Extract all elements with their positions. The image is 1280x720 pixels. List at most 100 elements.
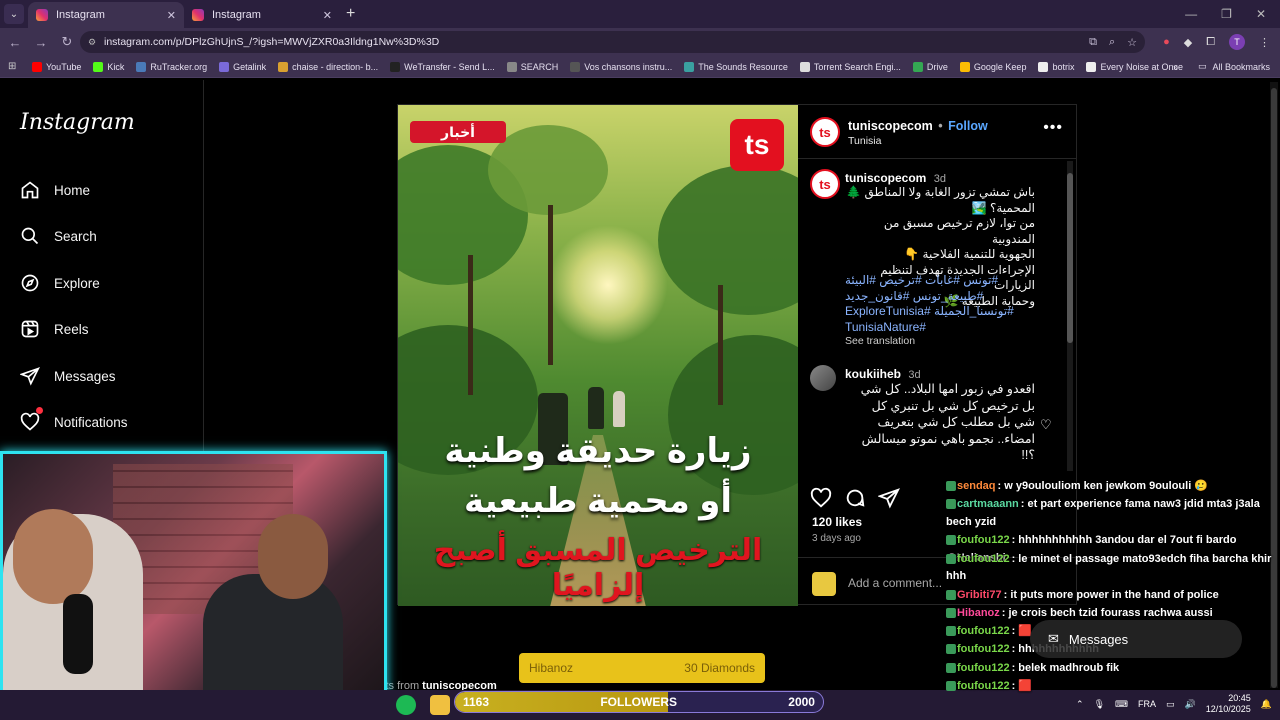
hiker: [588, 387, 604, 429]
news-badge: أخبار: [410, 121, 506, 143]
scrollbar-thumb[interactable]: [1067, 173, 1073, 343]
comment-icon[interactable]: [844, 487, 866, 514]
chat-badge-icon: [946, 626, 956, 637]
extension-icon[interactable]: ●: [1163, 36, 1170, 48]
post-author-name[interactable]: tuniscopecom: [848, 119, 933, 133]
bookmark-item[interactable]: Drive: [912, 61, 948, 72]
spotify-icon[interactable]: [396, 695, 416, 715]
bushes: [668, 335, 798, 495]
nav-explore[interactable]: Explore: [18, 271, 100, 295]
bookmark-item[interactable]: YouTube: [32, 61, 81, 72]
bookmark-item[interactable]: The Sounds Resource: [684, 61, 788, 72]
apps-grid-icon[interactable]: ⊞: [8, 61, 22, 72]
bookmark-favicon-icon: [32, 61, 42, 72]
messages-pill[interactable]: ✉ Messages: [1030, 620, 1242, 658]
hashtag-line[interactable]: #TunisiaNature: [845, 320, 1035, 336]
more-options-icon[interactable]: •••: [1043, 119, 1063, 137]
share-icon[interactable]: [877, 487, 900, 514]
close-tab-icon[interactable]: ✕: [167, 9, 176, 22]
zoom-icon[interactable]: ⌕: [1109, 36, 1115, 49]
maximize-icon[interactable]: ❐: [1221, 7, 1232, 21]
back-icon[interactable]: ←: [4, 35, 26, 50]
nav-notifications[interactable]: Notifications: [18, 407, 128, 434]
chat-badge-icon: [946, 608, 956, 619]
bookmark-item[interactable]: Torrent Search Engi...: [799, 61, 901, 72]
comments-scrollbar[interactable]: [1067, 161, 1073, 471]
like-icon[interactable]: [810, 487, 832, 514]
bookmark-item[interactable]: Every Noise at Once: [1086, 61, 1183, 72]
bookmark-item[interactable]: SEARCH: [506, 61, 558, 72]
site-info-icon[interactable]: ⚙: [88, 37, 96, 48]
chevron-double-icon[interactable]: »: [1173, 62, 1178, 72]
comment-author: koukiiheb 3d: [845, 367, 921, 381]
bookmark-favicon-icon: [136, 61, 147, 72]
folder-icon: ▭: [1197, 61, 1207, 71]
comment-author-name[interactable]: koukiiheb: [845, 367, 901, 381]
bookmark-label: Kick: [107, 61, 125, 72]
nav-search[interactable]: Search: [18, 224, 97, 248]
bookmark-item[interactable]: Vos chansons instru...: [570, 61, 672, 72]
likes-count[interactable]: 120 likes: [812, 515, 862, 529]
messages-pill-label: Messages: [1068, 631, 1129, 647]
extension-icon[interactable]: ◆: [1184, 36, 1192, 49]
follow-button[interactable]: Follow: [948, 119, 988, 133]
nav-messages[interactable]: Messages: [18, 364, 116, 388]
instagram-logo[interactable]: Instagram: [20, 110, 135, 135]
nav-reels[interactable]: Reels: [18, 317, 89, 341]
install-app-icon[interactable]: ⧉: [1089, 36, 1097, 49]
bookmark-star-icon[interactable]: ☆: [1127, 36, 1137, 49]
hashtag-line[interactable]: #طبيعة_تونس #قانون_جديد: [845, 289, 1035, 305]
bookmark-item[interactable]: RuTracker.org: [136, 61, 207, 72]
reload-icon[interactable]: ↻: [56, 34, 78, 50]
chat-username: foufou122: [957, 661, 1010, 674]
like-comment-icon[interactable]: ♡: [1040, 417, 1052, 433]
close-window-icon[interactable]: ✕: [1256, 7, 1266, 21]
microphone: [63, 594, 93, 674]
hashtag-line[interactable]: #تونس #غابات #ترخيص #البيئة: [845, 273, 1035, 289]
tab-instagram-active[interactable]: Instagram ✕: [28, 2, 184, 28]
all-bookmarks[interactable]: » ▭ All Bookmarks: [1173, 61, 1270, 72]
bookmark-item[interactable]: Getalink: [219, 61, 266, 72]
file-explorer-icon[interactable]: [430, 695, 450, 715]
close-tab-icon[interactable]: ✕: [323, 9, 332, 22]
caption-hashtags: #تونس #غابات #ترخيص #البيئة #طبيعة_تونس …: [845, 273, 1035, 335]
forward-icon[interactable]: →: [30, 35, 52, 50]
chat-text: : 🟥: [1011, 625, 1032, 638]
bookmark-item[interactable]: WeTransfer - Send L...: [390, 61, 495, 72]
bookmark-item[interactable]: chaise - direction- b...: [278, 61, 378, 72]
commenter-avatar[interactable]: [810, 365, 836, 391]
home-icon: [18, 178, 42, 202]
bookmark-item[interactable]: Google Keep: [959, 61, 1026, 72]
tree-trunk: [548, 205, 553, 365]
post-location[interactable]: Tunisia: [848, 135, 881, 147]
add-comment-input[interactable]: Add a comment...: [848, 576, 942, 590]
tab-search-button[interactable]: ⌄: [4, 4, 24, 24]
url-bar[interactable]: ⚙ instagram.com/p/DPlzGhUjnS_/?igsh=MWVj…: [80, 31, 1145, 53]
nav-home[interactable]: Home: [18, 178, 90, 202]
new-tab-button[interactable]: +: [346, 5, 355, 23]
url-text: instagram.com/p/DPlzGhUjnS_/?igsh=MWVjZX…: [104, 36, 440, 48]
emoji-icon[interactable]: [812, 572, 836, 596]
profile-avatar[interactable]: T: [1229, 34, 1245, 50]
extensions-puzzle-icon[interactable]: ⧠: [1206, 36, 1215, 49]
bookmark-item[interactable]: Kick: [93, 61, 125, 72]
hashtag-line[interactable]: #تونسنا_الجميلة #ExploreTunisia: [845, 304, 1035, 320]
tab-instagram[interactable]: Instagram ✕: [184, 2, 340, 28]
chat-username: sendaq: [957, 480, 996, 492]
bookmark-favicon-icon: [390, 61, 401, 72]
chat-badge-icon: [946, 553, 956, 564]
post-author-row: tuniscopecom • Follow: [848, 119, 988, 133]
caption-avatar[interactable]: ts: [810, 169, 840, 199]
followers-goal-bar: 1163 FOLLOWERS 2000: [454, 691, 824, 713]
url-actions: ⧉ ⌕ ☆: [1089, 36, 1137, 49]
post-image[interactable]: أخبار ts زيارة حديقة وطنية أو محمية طبيع…: [398, 105, 798, 606]
bookmark-item[interactable]: botrix: [1038, 61, 1074, 72]
chat-text: : 🟥: [1011, 679, 1032, 692]
minimize-icon[interactable]: —: [1185, 7, 1197, 21]
see-translation-link[interactable]: See translation: [845, 335, 915, 347]
author-avatar[interactable]: ts: [810, 117, 840, 147]
caption-author-name[interactable]: tuniscopecom: [845, 171, 926, 185]
tab-label: Instagram: [56, 9, 105, 21]
browser-menu-icon[interactable]: ⋮: [1259, 36, 1270, 49]
webcam-overlay: [0, 451, 387, 715]
